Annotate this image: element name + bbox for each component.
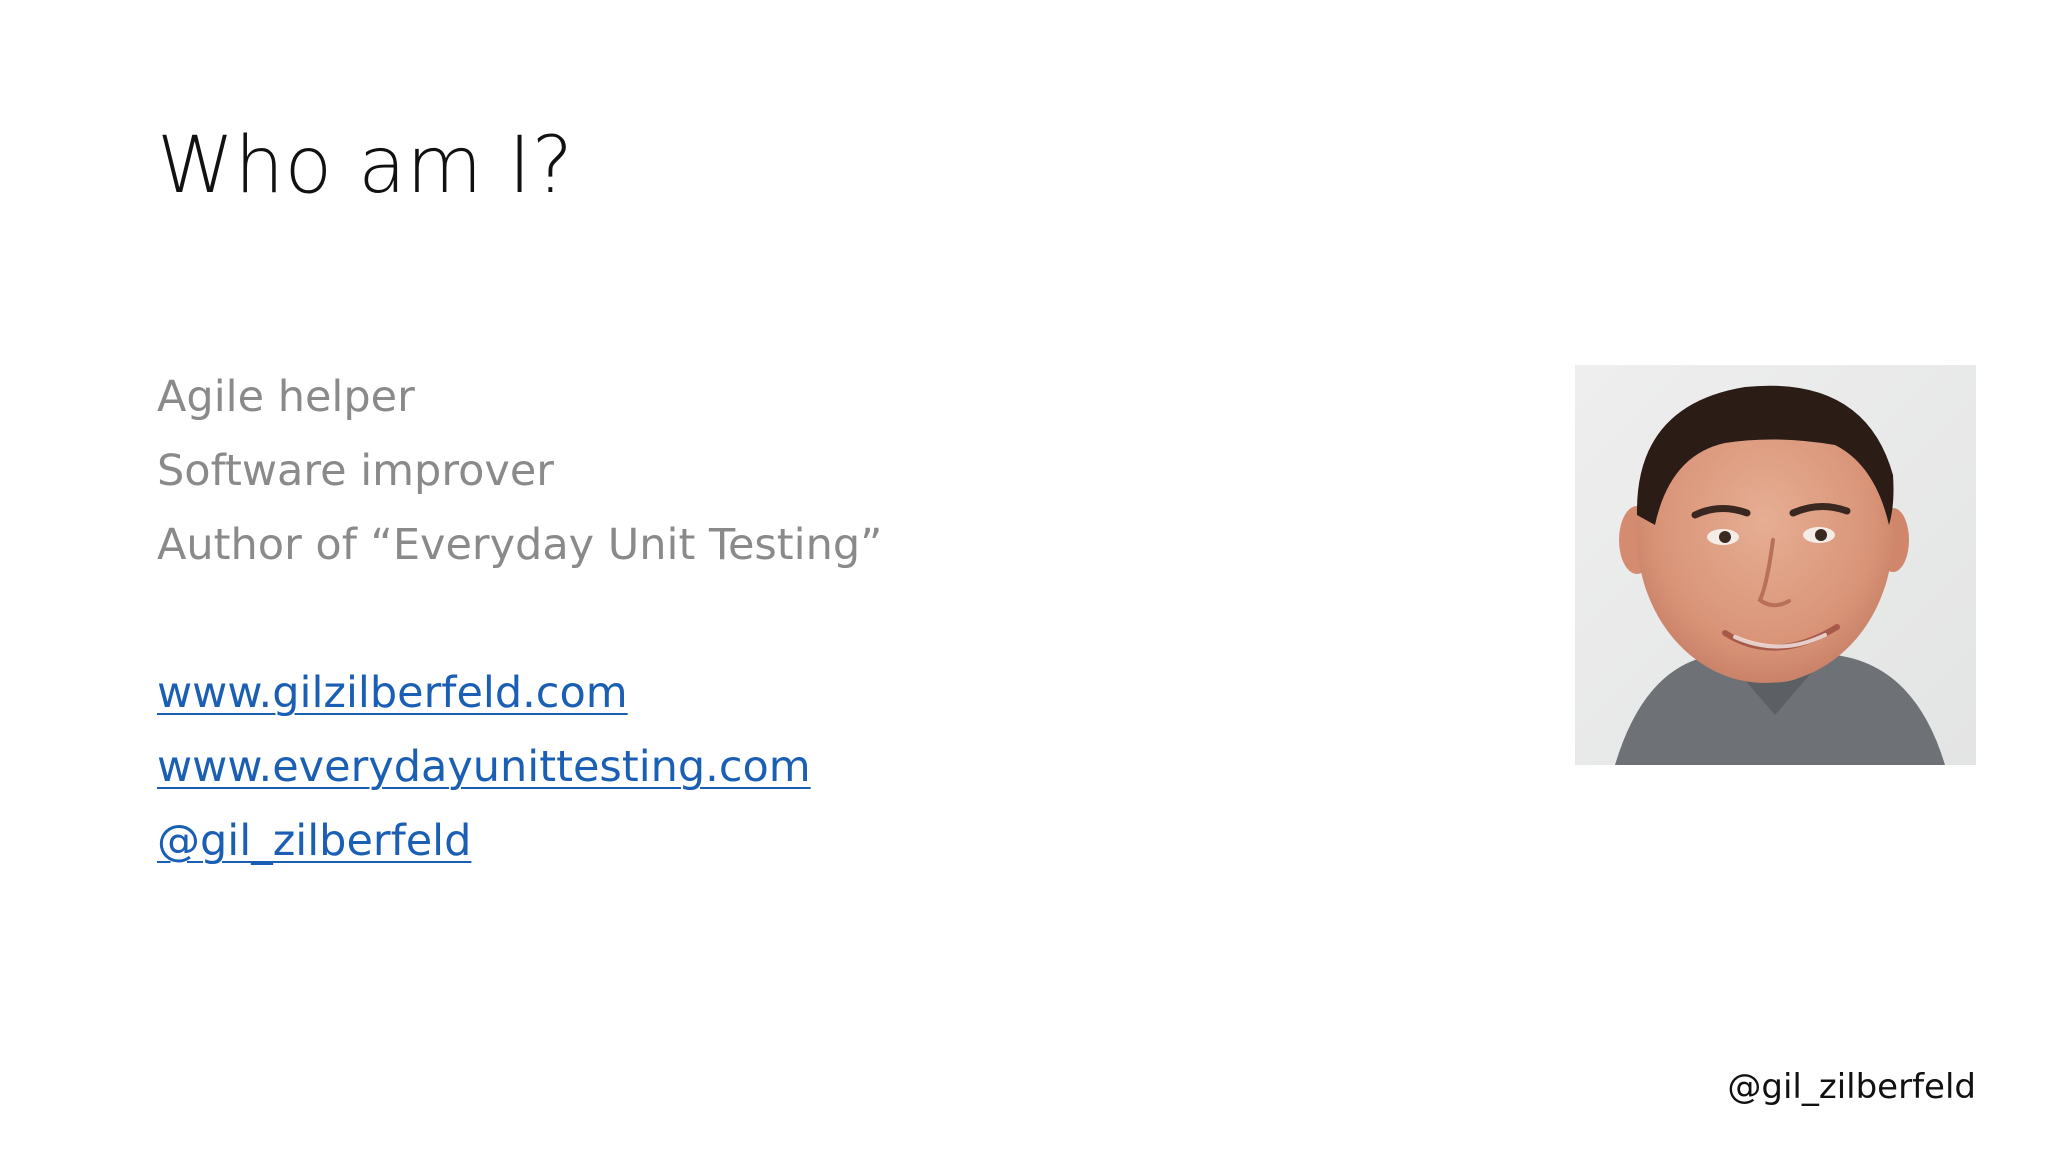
link-everydayunittesting-site[interactable]: www.everydayunittesting.com xyxy=(157,730,1457,804)
portrait-illustration xyxy=(1575,365,1976,765)
portrait-photo xyxy=(1575,365,1976,765)
slide: Who am I? Agile helper Software improver… xyxy=(0,0,2048,1152)
link-gilzilberfeld-site[interactable]: www.gilzilberfeld.com xyxy=(157,656,1457,730)
footer-handle: @gil_zilberfeld xyxy=(1727,1067,1976,1107)
description-line-software-improver: Software improver xyxy=(157,446,554,496)
slide-title: Who am I? xyxy=(157,121,574,211)
slide-body: Agile helper Software improver Author of… xyxy=(157,360,1457,878)
description-line-author: Author of “Everyday Unit Testing” xyxy=(157,520,883,570)
description-line-agile-helper: Agile helper xyxy=(157,372,415,422)
link-twitter-handle[interactable]: @gil_zilberfeld xyxy=(157,804,1457,878)
